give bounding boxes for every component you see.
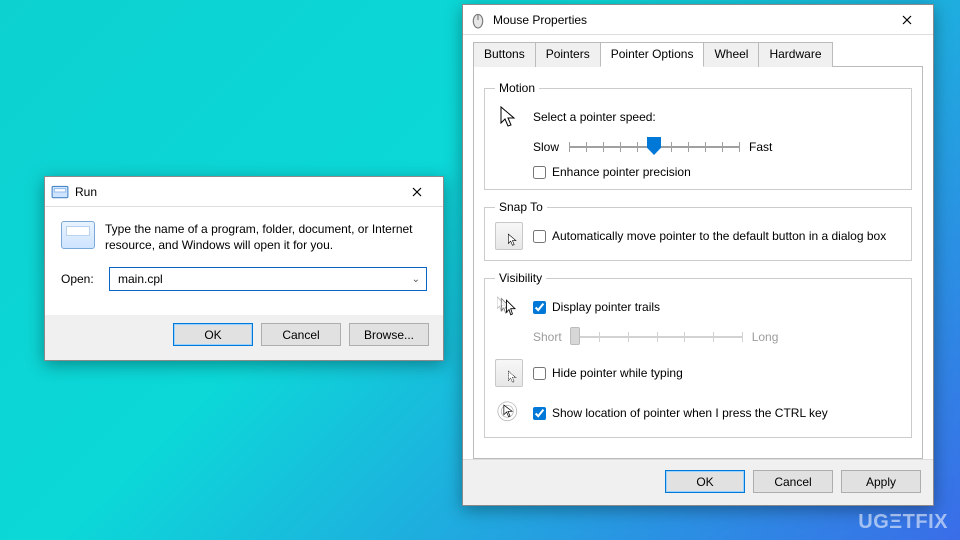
snap-to-label: Automatically move pointer to the defaul… (552, 229, 886, 243)
hide-pointer-checkbox[interactable] (533, 367, 546, 380)
tab-content: Motion Select a pointer speed: Slow Fast (473, 67, 923, 459)
visibility-group: Visibility Display pointer trails Short (484, 271, 912, 438)
pointer-speed-slider[interactable] (569, 137, 739, 157)
mp-tabs: Buttons Pointers Pointer Options Wheel H… (473, 41, 923, 67)
tab-wheel[interactable]: Wheel (703, 42, 759, 67)
select-speed-label: Select a pointer speed: (533, 110, 656, 124)
hide-pointer-label: Hide pointer while typing (552, 366, 683, 380)
snap-to-icon (495, 222, 523, 250)
run-app-icon (51, 183, 69, 201)
open-label: Open: (61, 272, 99, 286)
pointer-trails-slider[interactable] (572, 327, 742, 347)
snap-to-checkbox[interactable] (533, 230, 546, 243)
enhance-precision-label: Enhance pointer precision (552, 165, 691, 179)
close-icon (412, 187, 422, 197)
open-input[interactable] (116, 271, 412, 287)
cursor-icon (495, 103, 523, 131)
run-cancel-button[interactable]: Cancel (261, 323, 341, 346)
visibility-legend: Visibility (495, 271, 546, 285)
mp-title: Mouse Properties (493, 13, 887, 27)
tab-buttons[interactable]: Buttons (473, 42, 536, 67)
run-close-button[interactable] (397, 178, 437, 206)
run-browse-button[interactable]: Browse... (349, 323, 429, 346)
mp-close-button[interactable] (887, 6, 927, 34)
tab-pointer-options[interactable]: Pointer Options (600, 42, 705, 67)
tab-hardware[interactable]: Hardware (758, 42, 832, 67)
fast-label: Fast (749, 140, 772, 154)
chevron-down-icon[interactable]: ⌄ (412, 274, 420, 285)
ctrl-locate-icon (495, 399, 523, 427)
open-combobox[interactable]: ⌄ (109, 267, 427, 291)
pointer-trails-label: Display pointer trails (552, 300, 660, 314)
tab-pointers[interactable]: Pointers (535, 42, 601, 67)
run-ok-button[interactable]: OK (173, 323, 253, 346)
run-program-icon (61, 221, 95, 249)
mp-titlebar[interactable]: Mouse Properties (463, 5, 933, 35)
long-label: Long (752, 330, 779, 344)
ctrl-locate-checkbox[interactable] (533, 407, 546, 420)
run-description: Type the name of a program, folder, docu… (105, 221, 427, 253)
motion-group: Motion Select a pointer speed: Slow Fast (484, 81, 912, 190)
run-title: Run (75, 185, 397, 199)
pointer-trails-icon (495, 293, 523, 321)
watermark: UGΞTFIX (858, 511, 948, 534)
ctrl-locate-label: Show location of pointer when I press th… (552, 406, 828, 420)
run-dialog: Run Type the name of a program, folder, … (44, 176, 444, 361)
short-label: Short (533, 330, 562, 344)
mp-ok-button[interactable]: OK (665, 470, 745, 493)
hide-pointer-icon (495, 359, 523, 387)
snap-to-legend: Snap To (495, 200, 547, 214)
pointer-trails-checkbox[interactable] (533, 301, 546, 314)
mouse-properties-dialog: Mouse Properties Buttons Pointers Pointe… (462, 4, 934, 506)
snap-to-group: Snap To Automatically move pointer to th… (484, 200, 912, 261)
mp-cancel-button[interactable]: Cancel (753, 470, 833, 493)
motion-legend: Motion (495, 81, 539, 95)
enhance-precision-checkbox[interactable] (533, 166, 546, 179)
mouse-icon (469, 11, 487, 29)
slow-label: Slow (533, 140, 559, 154)
mp-apply-button[interactable]: Apply (841, 470, 921, 493)
close-icon (902, 15, 912, 25)
run-titlebar[interactable]: Run (45, 177, 443, 207)
